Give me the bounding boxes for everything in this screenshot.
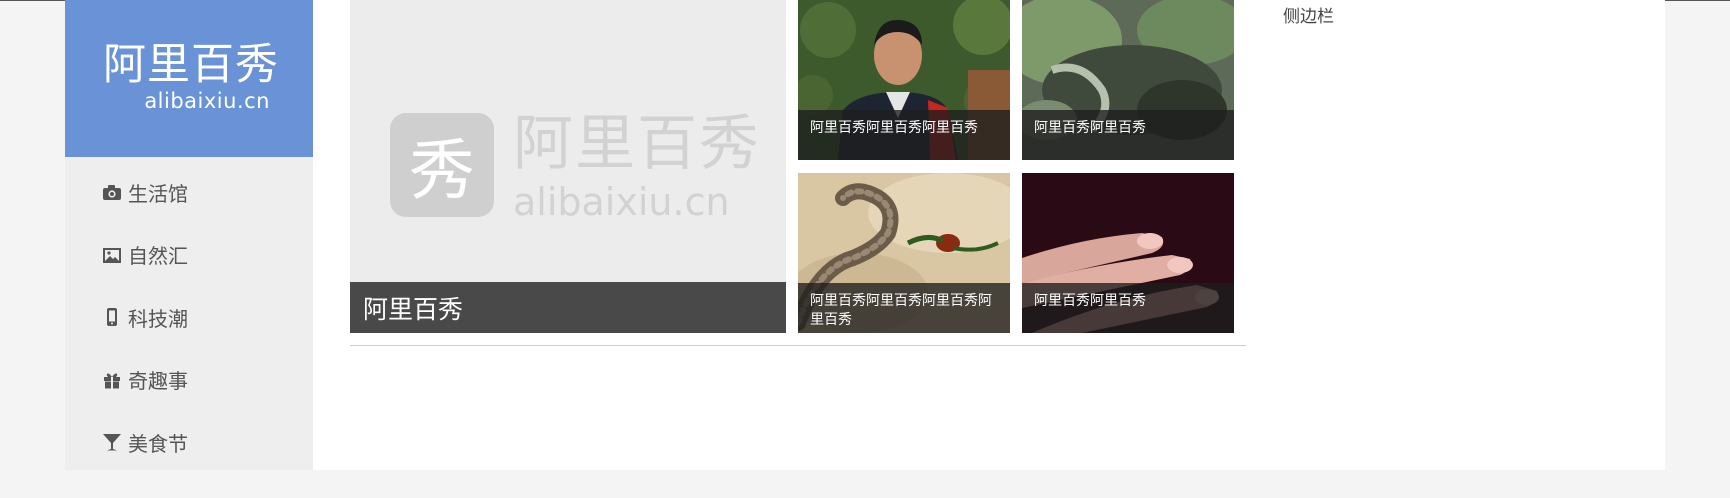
thumbnail-tile[interactable]: 阿里百秀阿里百秀阿里百秀阿里百秀: [798, 173, 1010, 333]
site-logo[interactable]: 阿里百秀 alibaixiu.cn: [65, 0, 313, 157]
hero-caption: 阿里百秀: [350, 282, 786, 333]
left-navigation: 阿里百秀 alibaixiu.cn 生活馆 自然汇 科技潮 奇趣事 美食节: [65, 0, 313, 470]
page-container: 阿里百秀 alibaixiu.cn 生活馆 自然汇 科技潮 奇趣事 美食节 秀 …: [65, 0, 1665, 470]
nav-item-label: 自然汇: [128, 244, 188, 269]
hero-slide[interactable]: 秀 阿里百秀 alibaixiu.cn 阿里百秀: [350, 0, 786, 333]
content-divider: [350, 345, 1246, 346]
gift-icon: [102, 370, 122, 390]
camera-icon: [102, 182, 122, 202]
nav-item-label: 奇趣事: [128, 369, 188, 394]
nav-item-label: 美食节: [128, 431, 188, 456]
thumbnail-tile[interactable]: 阿里百秀阿里百秀阿里百秀: [798, 0, 1010, 160]
nav-item-qiqushi[interactable]: 奇趣事: [65, 349, 313, 412]
thumbnail-tile[interactable]: 阿里百秀阿里百秀: [1022, 0, 1234, 160]
tile-caption: 阿里百秀阿里百秀: [1022, 283, 1234, 333]
phone-icon: [102, 307, 122, 327]
nav-item-kejichao[interactable]: 科技潮: [65, 286, 313, 349]
nav-menu: 生活馆 自然汇 科技潮 奇趣事 美食节: [65, 161, 313, 474]
image-icon: [102, 245, 122, 265]
logo-title: 阿里百秀: [103, 40, 279, 90]
logo-domain: alibaixiu.cn: [144, 89, 270, 113]
tile-caption: 阿里百秀阿里百秀: [1022, 110, 1234, 160]
nav-item-label: 生活馆: [128, 181, 188, 206]
watermark-domain: alibaixiu.cn: [513, 180, 730, 224]
nav-item-meishijie[interactable]: 美食节: [65, 411, 313, 474]
sidebar-title: 侧边栏: [1283, 7, 1334, 27]
watermark-title: 阿里百秀: [513, 109, 761, 179]
nav-item-label: 科技潮: [128, 306, 188, 331]
nav-item-ziranhui[interactable]: 自然汇: [65, 224, 313, 287]
tile-caption: 阿里百秀阿里百秀阿里百秀阿里百秀: [798, 283, 1010, 333]
thumbnail-tile[interactable]: 阿里百秀阿里百秀: [1022, 173, 1234, 333]
tile-caption: 阿里百秀阿里百秀阿里百秀: [798, 110, 1010, 160]
cocktail-glass-icon: [102, 432, 122, 452]
nav-item-shenghuoguan[interactable]: 生活馆: [65, 161, 313, 224]
watermark-logo-glyph: 秀: [390, 113, 494, 217]
